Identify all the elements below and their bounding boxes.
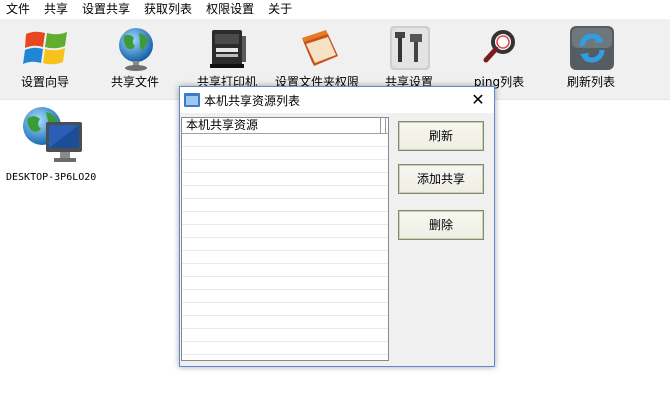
globe-icon — [119, 28, 153, 71]
magnifier-icon — [483, 30, 515, 63]
share-settings-button[interactable]: 共享设置 — [366, 22, 452, 94]
column-header-share-resource[interactable]: 本机共享资源 — [182, 118, 381, 133]
setup-wizard-label: 设置向导 — [20, 75, 69, 89]
setup-wizard-button[interactable]: 设置向导 — [2, 22, 88, 94]
menu-bar: 文件 共享 设置共享 获取列表 权限设置 关于 — [0, 0, 670, 19]
refresh-list-button[interactable]: 刷新列表 — [548, 22, 634, 94]
refresh-list-label: 刷新列表 — [566, 75, 615, 89]
windows-logo-icon — [23, 31, 67, 65]
column-header-extra[interactable] — [381, 118, 386, 133]
delete-button[interactable]: 删除 — [398, 210, 484, 240]
dialog-title: 本机共享资源列表 — [204, 94, 301, 108]
close-icon[interactable]: ✕ — [466, 89, 490, 111]
tools-icon — [390, 26, 430, 70]
menu-file[interactable]: 文件 — [0, 0, 37, 19]
menu-permission[interactable]: 权限设置 — [199, 0, 261, 19]
network-computer-icon — [23, 107, 82, 162]
ping-list-button[interactable]: ping列表 — [456, 22, 542, 94]
folder-permission-button[interactable]: 设置文件夹权限 — [274, 22, 360, 94]
menu-share[interactable]: 共享 — [37, 0, 75, 19]
share-files-button[interactable]: 共享文件 — [92, 22, 178, 94]
menu-set-share[interactable]: 设置共享 — [75, 0, 137, 19]
printer-icon — [210, 30, 246, 68]
dialog-window-icon — [184, 93, 200, 107]
add-share-button[interactable]: 添加共享 — [398, 164, 484, 194]
network-computer-item[interactable]: DESKTOP-3P6LO20 — [6, 104, 102, 188]
list-rows — [182, 134, 388, 360]
share-resource-list[interactable]: 本机共享资源 — [181, 117, 389, 361]
folder-book-icon — [302, 30, 338, 66]
share-printer-button[interactable]: 共享打印机 — [184, 22, 270, 94]
share-files-label: 共享文件 — [110, 75, 159, 89]
refresh-icon — [570, 26, 614, 70]
refresh-button[interactable]: 刷新 — [398, 121, 484, 151]
computer-name-label: DESKTOP-3P6LO20 — [6, 172, 97, 183]
menu-get-list[interactable]: 获取列表 — [137, 0, 199, 19]
dialog-title-bar[interactable]: 本机共享资源列表 ✕ — [180, 87, 494, 113]
list-header: 本机共享资源 — [182, 118, 388, 134]
share-resource-dialog: 本机共享资源列表 ✕ 本机共享资源 刷新 添加共享 删除 — [179, 86, 495, 367]
menu-about[interactable]: 关于 — [261, 0, 299, 19]
